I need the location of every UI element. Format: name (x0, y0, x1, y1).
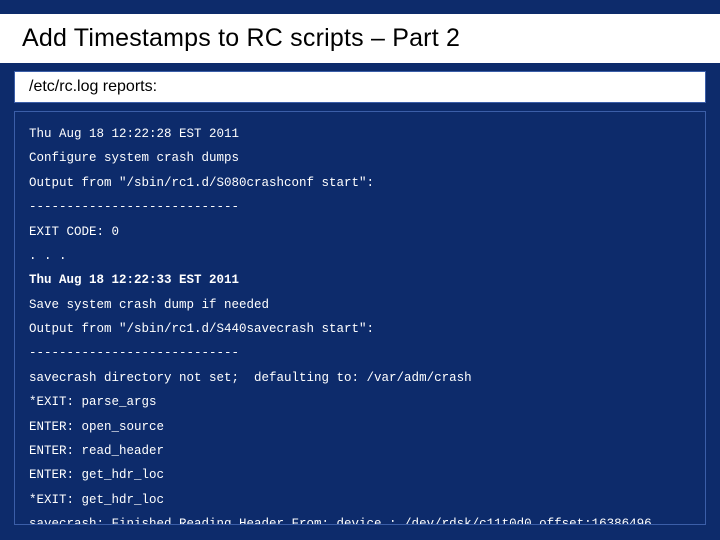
log-line: Save system crash dump if needed (29, 293, 691, 317)
log-line: *EXIT: get_hdr_loc (29, 488, 691, 512)
log-line: ENTER: open_source (29, 415, 691, 439)
subtitle-bar: /etc/rc.log reports: (14, 71, 706, 103)
log-line: ENTER: read_header (29, 439, 691, 463)
log-line: EXIT CODE: 0 (29, 220, 691, 244)
log-line: *EXIT: parse_args (29, 390, 691, 414)
log-line: ---------------------------- (29, 195, 691, 219)
log-output-box: Thu Aug 18 12:22:28 EST 2011Configure sy… (14, 111, 706, 525)
log-line: ENTER: get_hdr_loc (29, 463, 691, 487)
title-bar: Add Timestamps to RC scripts – Part 2 (0, 14, 720, 63)
subtitle-text: /etc/rc.log reports: (29, 78, 691, 96)
log-line: Output from "/sbin/rc1.d/S080crashconf s… (29, 171, 691, 195)
log-line: ---------------------------- (29, 341, 691, 365)
log-line: Thu Aug 18 12:22:28 EST 2011 (29, 122, 691, 146)
log-line: savecrash: Finished Reading Header From:… (29, 512, 691, 525)
slide: Add Timestamps to RC scripts – Part 2 /e… (0, 14, 720, 540)
slide-title: Add Timestamps to RC scripts – Part 2 (22, 24, 698, 53)
log-line: Configure system crash dumps (29, 146, 691, 170)
log-line: . . . (29, 244, 691, 268)
log-line: savecrash directory not set; defaulting … (29, 366, 691, 390)
log-line: Thu Aug 18 12:22:33 EST 2011 (29, 268, 691, 292)
log-line: Output from "/sbin/rc1.d/S440savecrash s… (29, 317, 691, 341)
